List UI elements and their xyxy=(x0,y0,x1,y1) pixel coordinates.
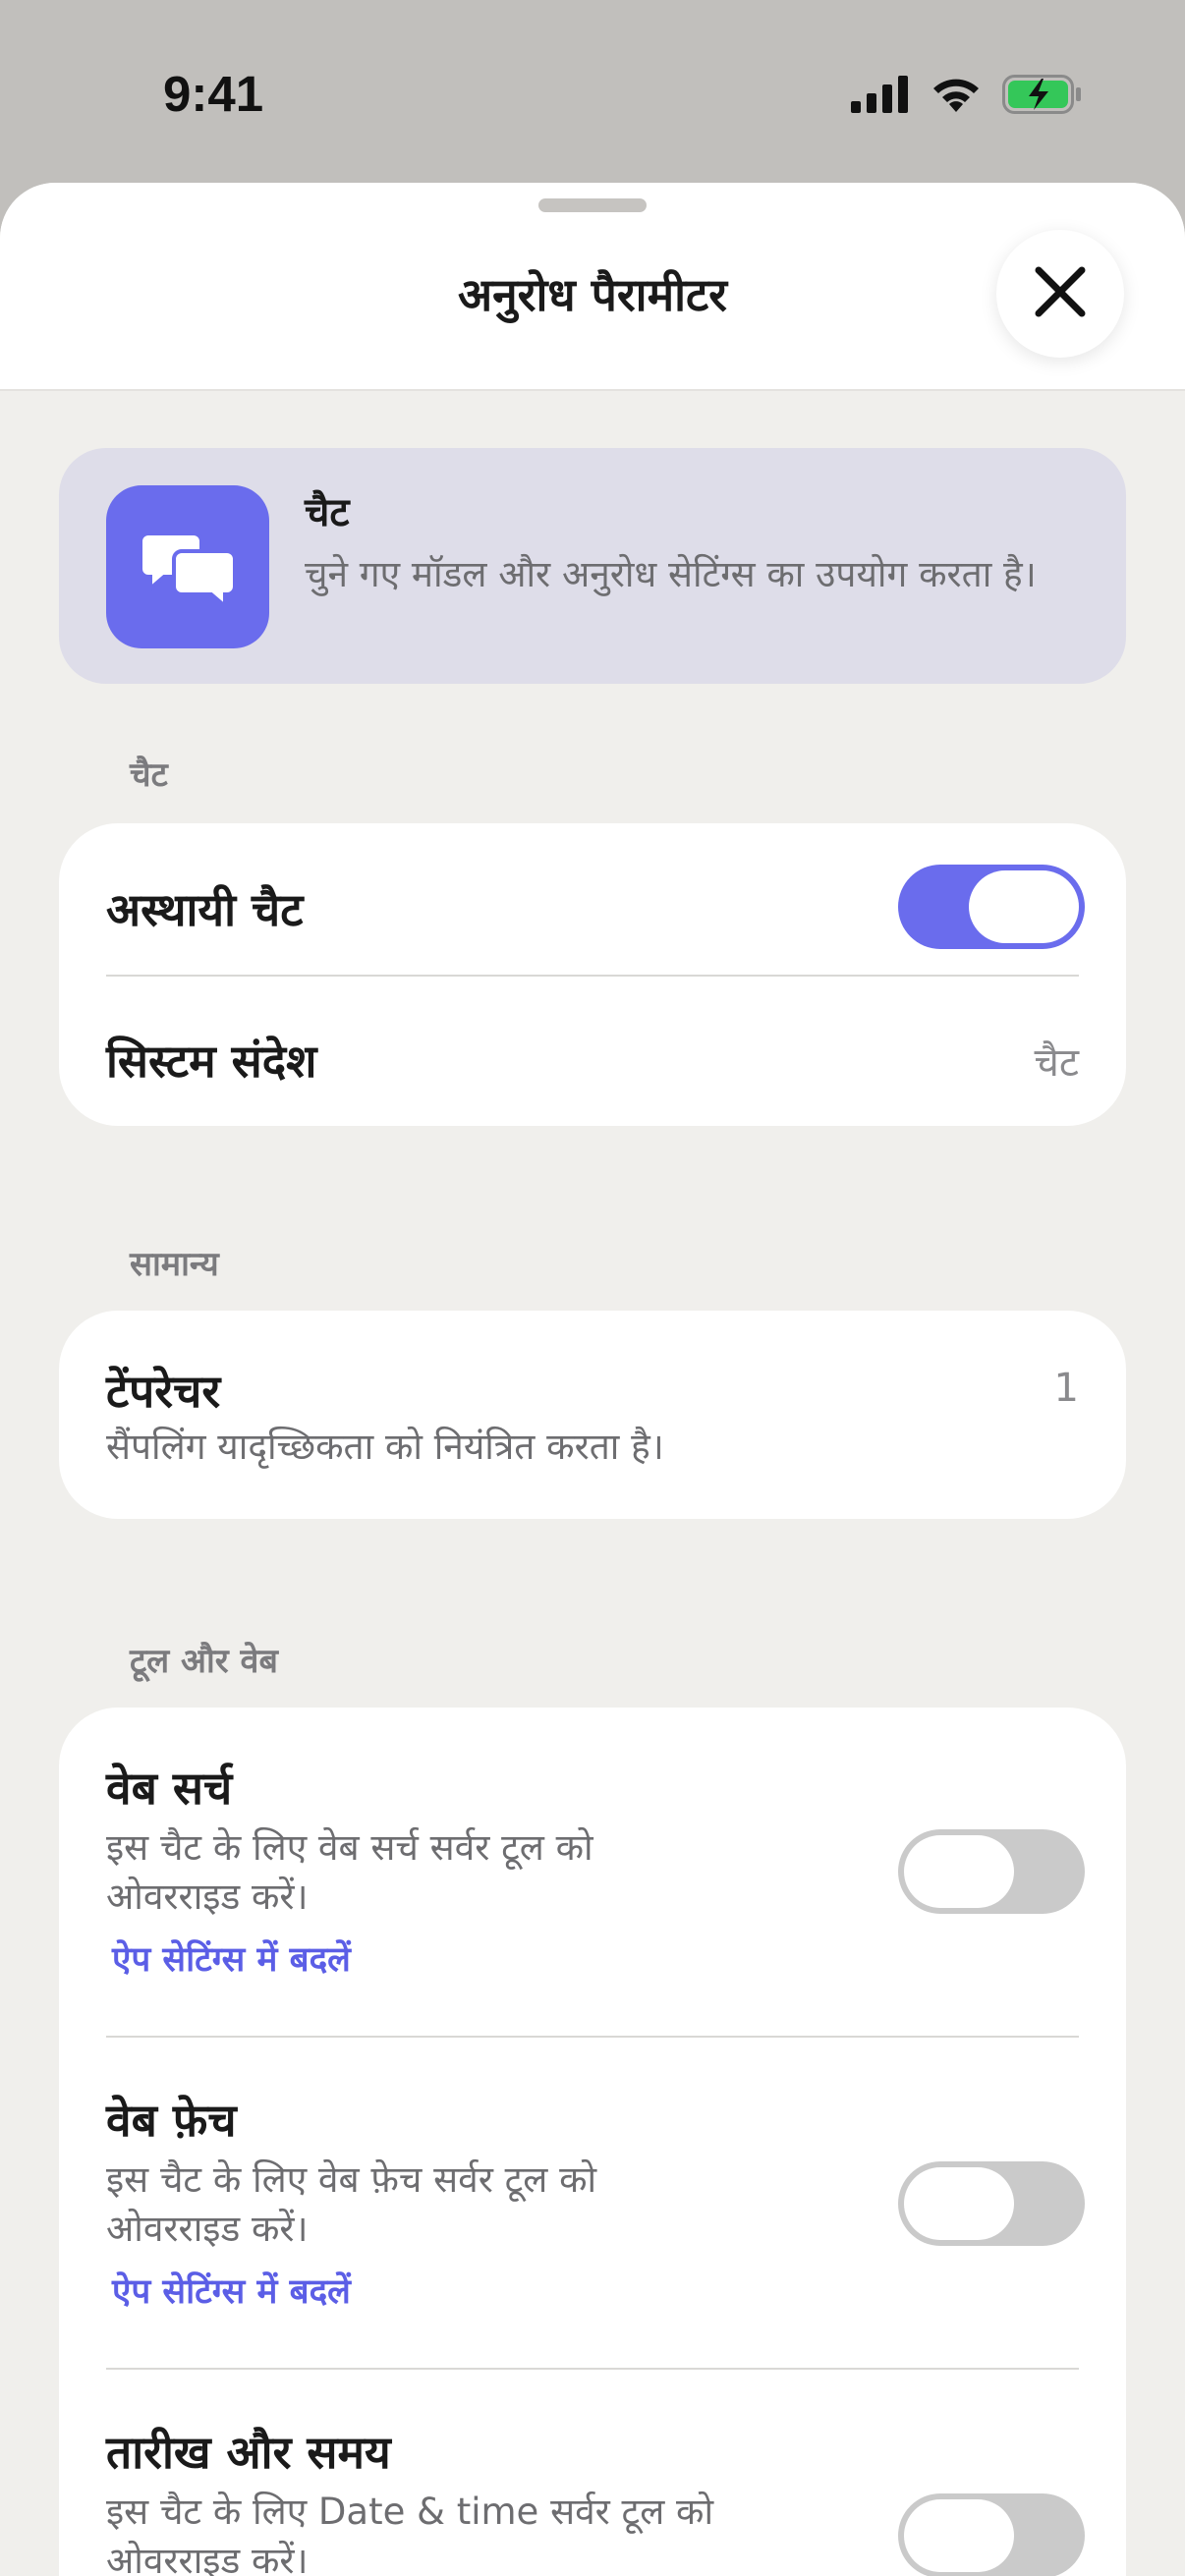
date-time-toggle[interactable] xyxy=(898,2493,1085,2576)
web-fetch-toggle[interactable] xyxy=(898,2161,1085,2246)
close-button[interactable] xyxy=(996,230,1124,358)
temperature-label: टेंपरेचर xyxy=(106,1365,221,1418)
toggle-knob xyxy=(904,2167,1014,2240)
status-icons xyxy=(851,75,1083,118)
chat-settings-card: अस्थायी चैट सिस्टम संदेश चैट xyxy=(59,823,1126,1126)
general-settings-card[interactable]: टेंपरेचर सैंपलिंग यादृच्छिकता को नियंत्र… xyxy=(59,1311,1126,1519)
system-message-label[interactable]: सिस्टम संदेश xyxy=(106,1030,316,1091)
toggle-knob xyxy=(904,1835,1014,1908)
chat-mode-card[interactable]: चैट चुने गए मॉडल और अनुरोध सेटिंग्स का उ… xyxy=(59,448,1126,684)
sheet-header: अनुरोध पैरामीटर xyxy=(0,183,1185,391)
toggle-knob xyxy=(904,2499,1014,2572)
web-fetch-description: इस चैट के लिए वेब फ़ेच सर्वर टूल को ओवरर… xyxy=(106,2158,597,2250)
status-time: 9:41 xyxy=(163,66,264,122)
mode-description: चुने गए मॉडल और अनुरोध सेटिंग्स का उपयोग… xyxy=(305,553,1037,595)
sheet-grabber[interactable] xyxy=(538,198,647,212)
web-search-toggle[interactable] xyxy=(898,1829,1085,1914)
signal-icon xyxy=(851,76,910,117)
section-label-chat: चैट xyxy=(130,756,168,795)
date-time-label: तारीख और समय xyxy=(106,2426,391,2479)
web-search-description: इस चैट के लिए वेब सर्च सर्वर टूल को ओवरर… xyxy=(106,1826,593,1918)
divider xyxy=(106,975,1079,977)
tools-settings-card: वेब सर्च इस चैट के लिए वेब सर्च सर्वर टू… xyxy=(59,1708,1126,2576)
battery-charging-icon xyxy=(1002,75,1083,118)
temperature-description: सैंपलिंग यादृच्छिकता को नियंत्रित करता ह… xyxy=(106,1426,664,1468)
request-parameters-sheet: अनुरोध पैरामीटर चैट चुने गए मॉडल और अनुर… xyxy=(0,183,1185,2576)
close-icon xyxy=(1031,262,1090,325)
web-search-app-settings-link[interactable]: ऐप सेटिंग्स में बदलें xyxy=(112,1935,351,1982)
web-fetch-label: वेब फ़ेच xyxy=(106,2094,237,2147)
web-fetch-app-settings-link[interactable]: ऐप सेटिंग्स में बदलें xyxy=(112,2268,351,2314)
temporary-chat-label: अस्थायी चैट xyxy=(106,883,304,936)
date-time-description: इस चैट के लिए Date & time सर्वर टूल को ओ… xyxy=(106,2491,714,2576)
chat-bubbles-icon xyxy=(106,485,269,648)
toggle-knob xyxy=(969,870,1079,943)
system-message-value[interactable]: चैट xyxy=(1034,1034,1079,1088)
section-label-general: सामान्य xyxy=(130,1245,219,1284)
temperature-value[interactable]: 1 xyxy=(1054,1366,1079,1411)
web-search-label: वेब सर्च xyxy=(106,1762,233,1815)
wifi-icon xyxy=(930,75,983,118)
divider xyxy=(106,2036,1079,2038)
temporary-chat-toggle[interactable] xyxy=(898,865,1085,949)
status-bar: 9:41 xyxy=(0,0,1185,183)
divider xyxy=(106,2368,1079,2370)
section-label-tools: टूल और वेब xyxy=(130,1642,278,1681)
mode-title: चैट xyxy=(305,490,350,535)
